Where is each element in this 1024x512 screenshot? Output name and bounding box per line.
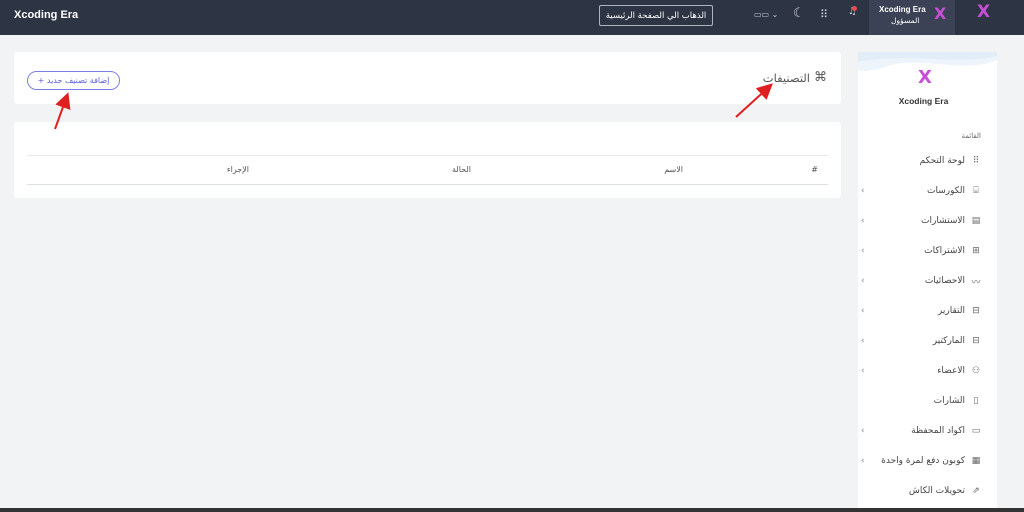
sidebar-item-wallet-codes[interactable]: ▭ اكواد المحفظة ‹ [861,423,983,439]
courses-icon: ⌸ [973,186,979,196]
column-header-status: الحالة [452,165,471,174]
sidebar-item-label: الشارات [933,396,965,406]
chevron-left-icon: ‹ [861,276,865,286]
users-icon: ⚇ [971,366,981,376]
sidebar-item-badges[interactable]: ▯ الشارات [861,393,983,409]
sidebar-item-statistics[interactable]: 〰 الاحصائيات ‹ [861,273,983,289]
page-title-text: التصنيفات [762,70,810,85]
sidebar-item-consultations[interactable]: ▤ الاستشارات ‹ [861,213,983,229]
sidebar-item-label: الكورسات [927,186,965,196]
chevron-left-icon: ‹ [861,186,865,196]
sidebar-item-label: الماركتير [932,336,965,346]
sidebar-item-marketer[interactable]: ⊟ الماركتير ‹ [861,333,983,349]
dashboard-icon: ⠿ [972,156,980,166]
page-header-card: ⌘ التصنيفات + إضافة تصنيف جديد [14,52,841,104]
sidebar-item-cash-transfers[interactable]: ⇗ تحويلات الكاش [861,483,983,499]
go-home-button[interactable]: الذهاب الي الصفحة الرئيسية [599,5,713,26]
column-header-action: الإجراء [226,165,249,174]
profile-role: المسؤول [891,16,920,25]
app-logo-icon[interactable]: X [977,4,990,21]
sitemap-icon: ⊞ [972,246,980,256]
sidebar-item-label: اكواد المحفظة [911,426,965,436]
user-profile-menu[interactable]: Xcoding Era المسؤول X [869,0,955,35]
chevron-left-icon: ‹ [861,246,865,256]
archive-icon: ⊟ [972,336,980,346]
sidebar-logo-icon[interactable]: X [918,69,932,87]
command-icon: ⌘ [814,70,827,85]
brand-title[interactable]: Xcoding Era [14,9,78,21]
profile-name: Xcoding Era [879,5,926,14]
moon-icon[interactable]: ☾ [793,6,805,21]
sidebar-item-label: كوبون دفع لمرة واحدة [881,456,965,466]
chevron-left-icon: ‹ [861,336,865,346]
trend-line-icon: 〰 [971,277,981,288]
sidebar-item-reports[interactable]: ⊟ التقارير ‹ [861,303,983,319]
column-header-index: # [811,165,818,174]
sidebar-item-label: الاستشارات [921,216,965,226]
sidebar: X Xcoding Era القائمة ⠿ لوحة التحكم ⌸ ال… [858,52,997,512]
sidebar-item-label: الاشتراكات [924,246,965,256]
sidebar-item-one-time-coupon[interactable]: ▦ كوبون دفع لمرة واحدة ‹ [861,453,983,469]
badge-icon: ▯ [973,396,979,406]
notification-dot [852,6,857,11]
categories-table-card: # الاسم الحالة الإجراء [14,122,841,198]
sidebar-item-label: التقارير [937,306,965,316]
chevron-left-icon: ‹ [861,456,865,466]
language-flag-icon[interactable]: ▭▭ ⌄ [754,10,778,19]
wallet-icon: ▭ [971,426,981,436]
top-navbar: Xcoding Era الذهاب الي الصفحة الرئيسية ▭… [0,0,1024,35]
sidebar-brand: Xcoding Era [898,96,949,106]
add-category-button[interactable]: + إضافة تصنيف جديد [27,71,120,90]
apps-grid-icon[interactable]: ⠿ [820,8,828,21]
window-bottom-edge [0,508,1024,512]
chevron-left-icon: ‹ [861,426,865,436]
table-header-row: # الاسم الحالة الإجراء [27,155,828,185]
sidebar-item-label: الاحصائيات [924,276,965,286]
transfer-icon: ⇗ [972,486,980,496]
sidebar-item-label: الاعضاء [937,366,965,376]
page-title: ⌘ التصنيفات [763,70,827,85]
document-icon: ▤ [971,216,981,226]
profile-avatar-logo: X [934,4,947,23]
sidebar-menu-heading: القائمة [961,132,982,140]
column-header-name: الاسم [664,165,683,174]
sidebar-item-courses[interactable]: ⌸ الكورسات ‹ [861,183,983,199]
sidebar-item-label: لوحة التحكم [919,156,965,166]
chevron-left-icon: ‹ [861,216,865,226]
chevron-left-icon: ‹ [861,366,865,376]
sidebar-item-dashboard[interactable]: ⠿ لوحة التحكم [861,153,983,169]
chevron-left-icon: ‹ [861,306,865,316]
coupon-icon: ▦ [971,456,981,466]
archive-icon: ⊟ [972,306,980,316]
sidebar-item-members[interactable]: ⚇ الاعضاء ‹ [861,363,983,379]
sidebar-item-subscriptions[interactable]: ⊞ الاشتراكات ‹ [861,243,983,259]
sidebar-item-label: تحويلات الكاش [908,486,965,496]
